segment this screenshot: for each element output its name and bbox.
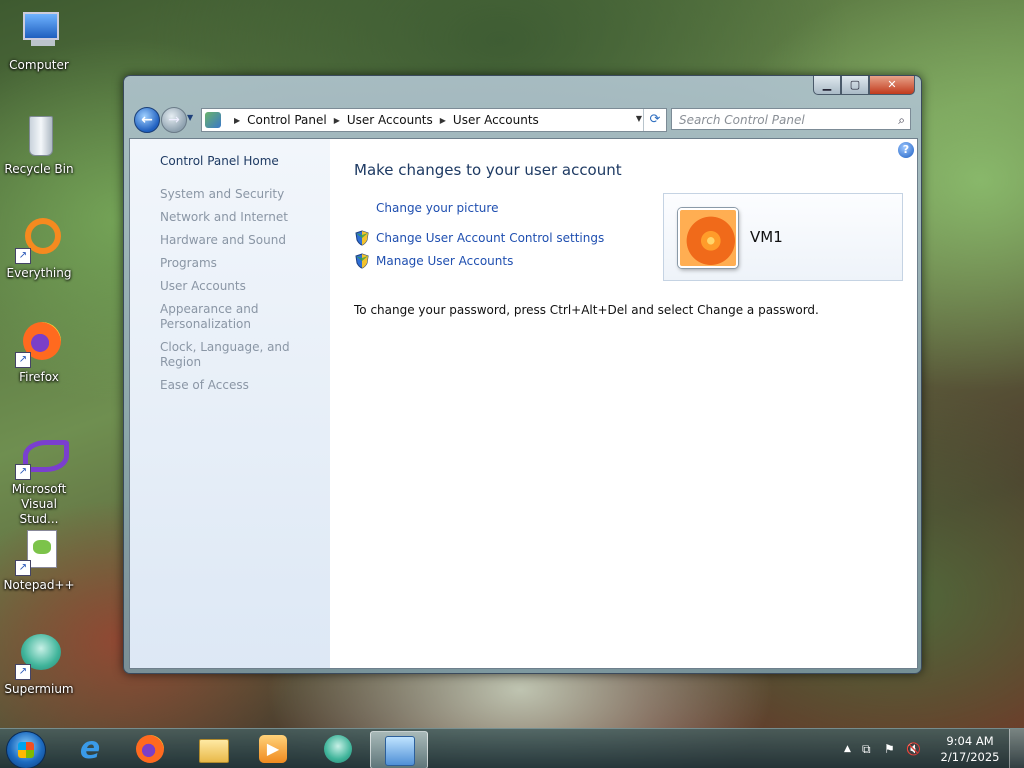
search-input[interactable]: Search Control Panel ⌕ [671, 108, 911, 130]
taskbar-media-player[interactable]: ▶ [245, 731, 301, 767]
sidebar-item-hardware-and-sound[interactable]: Hardware and Sound [160, 233, 330, 248]
computer-icon [15, 8, 63, 56]
shortcut-arrow-icon: ↗ [15, 560, 31, 576]
main-panel: Make changes to your user account Change… [354, 139, 917, 668]
desktop-icon-visual-studio[interactable]: ↗ Microsoft Visual Stud... [2, 432, 76, 527]
sidebar-item-clock-language-region[interactable]: Clock, Language, and Region [160, 340, 330, 370]
breadcrumb-user-accounts-current[interactable]: User Accounts [453, 113, 539, 127]
desktop-icon-recycle-bin[interactable]: Recycle Bin [2, 112, 76, 176]
sidebar-item-programs[interactable]: Programs [160, 256, 330, 271]
volume-muted-icon[interactable]: 🔇 [906, 742, 921, 756]
sidebar-item-user-accounts[interactable]: User Accounts [160, 279, 330, 294]
shortcut-arrow-icon: ↗ [15, 464, 31, 480]
breadcrumb-separator-icon[interactable]: ▶ [440, 116, 446, 125]
uac-shield-icon [354, 253, 370, 269]
recent-pages-dropdown[interactable]: ▼ [187, 113, 193, 122]
search-placeholder: Search Control Panel [679, 113, 805, 127]
taskbar: e ▶ ▲ ⧉ ⚑ 🔇 9:04 AM 2/17/2025 [0, 728, 1024, 768]
desktop-icon-label: Notepad++ [3, 578, 75, 592]
action-center-flag-icon[interactable]: ⚑ [884, 742, 895, 756]
control-panel-icon [205, 112, 221, 128]
desktop-icon-notepad-plus-plus[interactable]: ↗ Notepad++ [2, 528, 76, 592]
help-icon[interactable]: ? [898, 142, 914, 158]
breadcrumb-separator-icon[interactable]: ▶ [234, 116, 240, 125]
account-name: VM1 [750, 228, 783, 246]
system-tray: ▲ ⧉ ⚑ 🔇 9:04 AM 2/17/2025 [834, 729, 1024, 768]
clock-date: 2/17/2025 [940, 750, 1000, 764]
control-panel-window: ▁ ▢ ✕ ← → ▼ ▶ Control Panel ▶ User Accou… [123, 75, 922, 674]
shortcut-arrow-icon: ↗ [15, 664, 31, 680]
show-hidden-icons-icon[interactable]: ▲ [844, 744, 851, 754]
taskbar-firefox[interactable] [122, 731, 178, 767]
maximize-button[interactable]: ▢ [841, 76, 869, 95]
desktop-icon-label: Recycle Bin [4, 162, 74, 176]
account-picture-flower [678, 208, 738, 268]
minimize-button[interactable]: ▁ [813, 76, 841, 95]
close-button[interactable]: ✕ [869, 76, 915, 95]
firefox-icon [136, 735, 164, 763]
sidebar-home-link[interactable]: Control Panel Home [160, 154, 279, 168]
caption-buttons: ▁ ▢ ✕ [813, 76, 915, 95]
desktop-icon-supermium[interactable]: ↗ Supermium [2, 632, 76, 696]
change-picture-link[interactable]: Change your picture [376, 201, 498, 215]
desktop-icon-label: Computer [9, 58, 69, 72]
navigation-bar: ← → ▼ ▶ Control Panel ▶ User Accounts ▶ … [132, 106, 913, 134]
control-panel-icon [385, 736, 415, 766]
supermium-icon [324, 735, 352, 763]
account-tile: VM1 [663, 193, 903, 281]
clock[interactable]: 9:04 AM 2/17/2025 [940, 733, 1000, 765]
recycle-bin-icon [15, 112, 63, 160]
taskbar-supermium[interactable] [310, 731, 366, 767]
back-button[interactable]: ← [134, 107, 160, 133]
desktop-icon-computer[interactable]: Computer [2, 8, 76, 72]
task-change-picture[interactable]: Change your picture [376, 201, 498, 215]
manage-user-accounts-link[interactable]: Manage User Accounts [376, 254, 513, 268]
internet-explorer-icon: e [79, 731, 101, 766]
breadcrumb-separator-icon[interactable]: ▶ [334, 116, 340, 125]
task-change-uac[interactable]: Change User Account Control settings [354, 230, 604, 246]
sidebar-item-system-and-security[interactable]: System and Security [160, 187, 330, 202]
taskbar-internet-explorer[interactable]: e [62, 731, 118, 767]
password-message: To change your password, press Ctrl+Alt+… [354, 303, 819, 317]
sidebar-item-network-and-internet[interactable]: Network and Internet [160, 210, 330, 225]
task-manage-accounts[interactable]: Manage User Accounts [354, 253, 513, 269]
desktop-icon-label: Microsoft Visual Stud... [11, 482, 67, 526]
firefox-icon: ↗ [15, 320, 63, 368]
breadcrumb-control-panel[interactable]: Control Panel [247, 113, 327, 127]
address-dropdown-icon[interactable]: ▼ [636, 114, 642, 123]
notepad-plus-plus-icon: ↗ [15, 528, 63, 576]
shortcut-arrow-icon: ↗ [15, 352, 31, 368]
address-bar[interactable]: ▶ Control Panel ▶ User Accounts ▶ User A… [201, 108, 667, 132]
show-desktop-button[interactable] [1009, 729, 1024, 768]
network-icon[interactable]: ⧉ [862, 742, 871, 757]
taskbar-control-panel[interactable] [370, 731, 428, 768]
desktop-icon-label: Everything [6, 266, 72, 280]
supermium-icon: ↗ [15, 632, 63, 680]
desktop-icon-label: Supermium [4, 682, 74, 696]
forward-button[interactable]: → [161, 107, 187, 133]
start-button[interactable] [6, 731, 46, 768]
everything-icon: ↗ [15, 216, 63, 264]
breadcrumb-user-accounts[interactable]: User Accounts [347, 113, 433, 127]
sidebar-category-list: System and Security Network and Internet… [160, 187, 330, 401]
taskbar-file-explorer[interactable] [185, 731, 241, 767]
clock-time: 9:04 AM [946, 734, 994, 748]
refresh-icon[interactable]: ⟳ [643, 109, 666, 131]
content-area: Control Panel Home System and Security N… [129, 138, 918, 669]
folder-icon [199, 739, 229, 763]
sidebar-item-appearance[interactable]: Appearance and Personalization [160, 302, 270, 332]
desktop-icon-firefox[interactable]: ↗ Firefox [2, 320, 76, 384]
desktop-icon-everything[interactable]: ↗ Everything [2, 216, 76, 280]
sidebar-item-ease-of-access[interactable]: Ease of Access [160, 378, 330, 393]
page-title: Make changes to your user account [354, 161, 622, 179]
visual-studio-icon: ↗ [15, 432, 69, 480]
sidebar: Control Panel Home System and Security N… [130, 139, 330, 668]
search-icon[interactable]: ⌕ [898, 109, 905, 131]
windows-logo-icon [18, 742, 34, 758]
change-uac-settings-link[interactable]: Change User Account Control settings [376, 231, 604, 245]
shortcut-arrow-icon: ↗ [15, 248, 31, 264]
media-player-icon: ▶ [259, 735, 287, 763]
uac-shield-icon [354, 230, 370, 246]
desktop-icon-label: Firefox [19, 370, 59, 384]
